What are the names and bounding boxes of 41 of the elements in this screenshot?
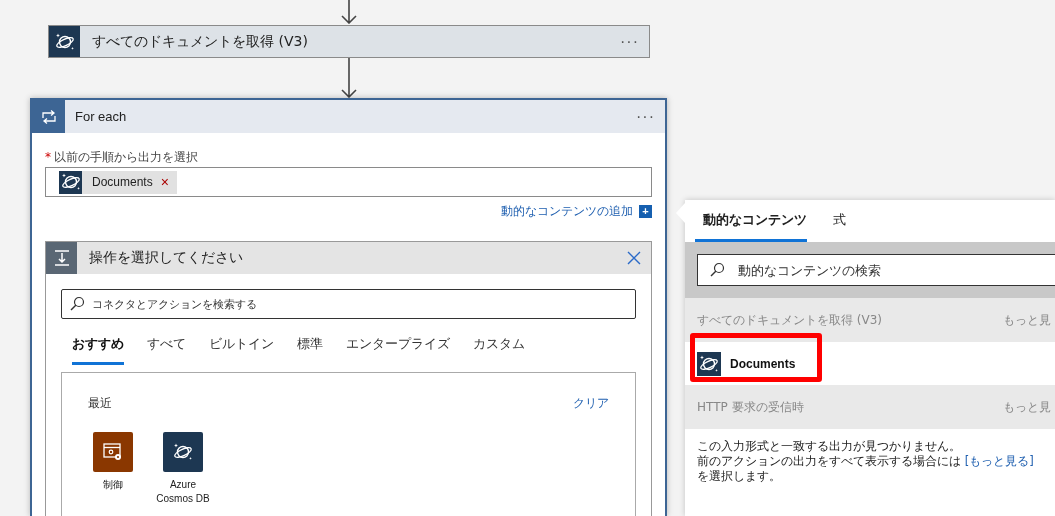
dynamic-content-item[interactable]: Documents: [685, 342, 1055, 385]
category-tab[interactable]: 標準: [297, 335, 323, 365]
category-tab[interactable]: カスタム: [473, 335, 525, 365]
insert-icon: [52, 249, 71, 267]
group-title: すべてのドキュメントを取得 (V3): [697, 311, 883, 329]
category-tab[interactable]: すべて: [147, 335, 186, 365]
chooser-title: 操作を選択してください: [88, 248, 244, 267]
loop-icon: [39, 108, 58, 125]
connector-arrow: [338, 0, 359, 24]
more-button[interactable]: ···: [610, 26, 649, 57]
remove-button[interactable]: ×: [160, 175, 169, 189]
connector-label: 制御: [102, 478, 124, 492]
add-button[interactable]: +: [639, 205, 652, 218]
hint-message: 前のアクションの出力をすべて表示する場合には [もっと見る] を選択します。: [697, 454, 1035, 484]
token-chip[interactable]: Documents ×: [59, 170, 177, 194]
connector-arrow: [338, 58, 359, 98]
see-more-link[interactable]: [もっと見る]: [964, 454, 1034, 468]
connector-label: Azure Cosmos DB: [155, 478, 211, 506]
window-gear-icon: [102, 441, 124, 463]
search-field[interactable]: 動的なコンテンツの検索: [697, 254, 1055, 286]
close-icon[interactable]: [627, 251, 641, 265]
connector-tile[interactable]: [93, 432, 133, 472]
panel-tab[interactable]: 式: [825, 211, 846, 242]
category-tab[interactable]: エンタープライズ: [346, 335, 450, 365]
category-tab[interactable]: おすすめ: [72, 335, 124, 365]
section-heading: 最近: [88, 395, 112, 412]
input-field[interactable]: Documents ×: [45, 167, 652, 197]
search-icon: [709, 262, 725, 278]
no-output-message: この入力形式と一致する出力が見つかりません。: [697, 439, 962, 454]
search-field[interactable]: コネクタとアクションを検索する: [61, 289, 636, 319]
search-icon: [69, 296, 85, 312]
field-label: * 以前の手順から出力を選択: [45, 149, 199, 166]
action-card[interactable]: すべてのドキュメントを取得 (V3) ···: [48, 25, 650, 58]
foreach-title: For each: [74, 108, 128, 126]
group-title: HTTP 要求の受信時: [697, 398, 804, 416]
action-title: すべてのドキュメントを取得 (V3): [91, 31, 309, 51]
category-tab[interactable]: ビルトイン: [209, 335, 274, 365]
more-button[interactable]: ···: [626, 100, 665, 133]
clear-link[interactable]: クリア: [573, 395, 609, 412]
connector-tile[interactable]: [163, 432, 203, 472]
add-dynamic-content-link[interactable]: 動的なコンテンツの追加: [501, 203, 633, 220]
